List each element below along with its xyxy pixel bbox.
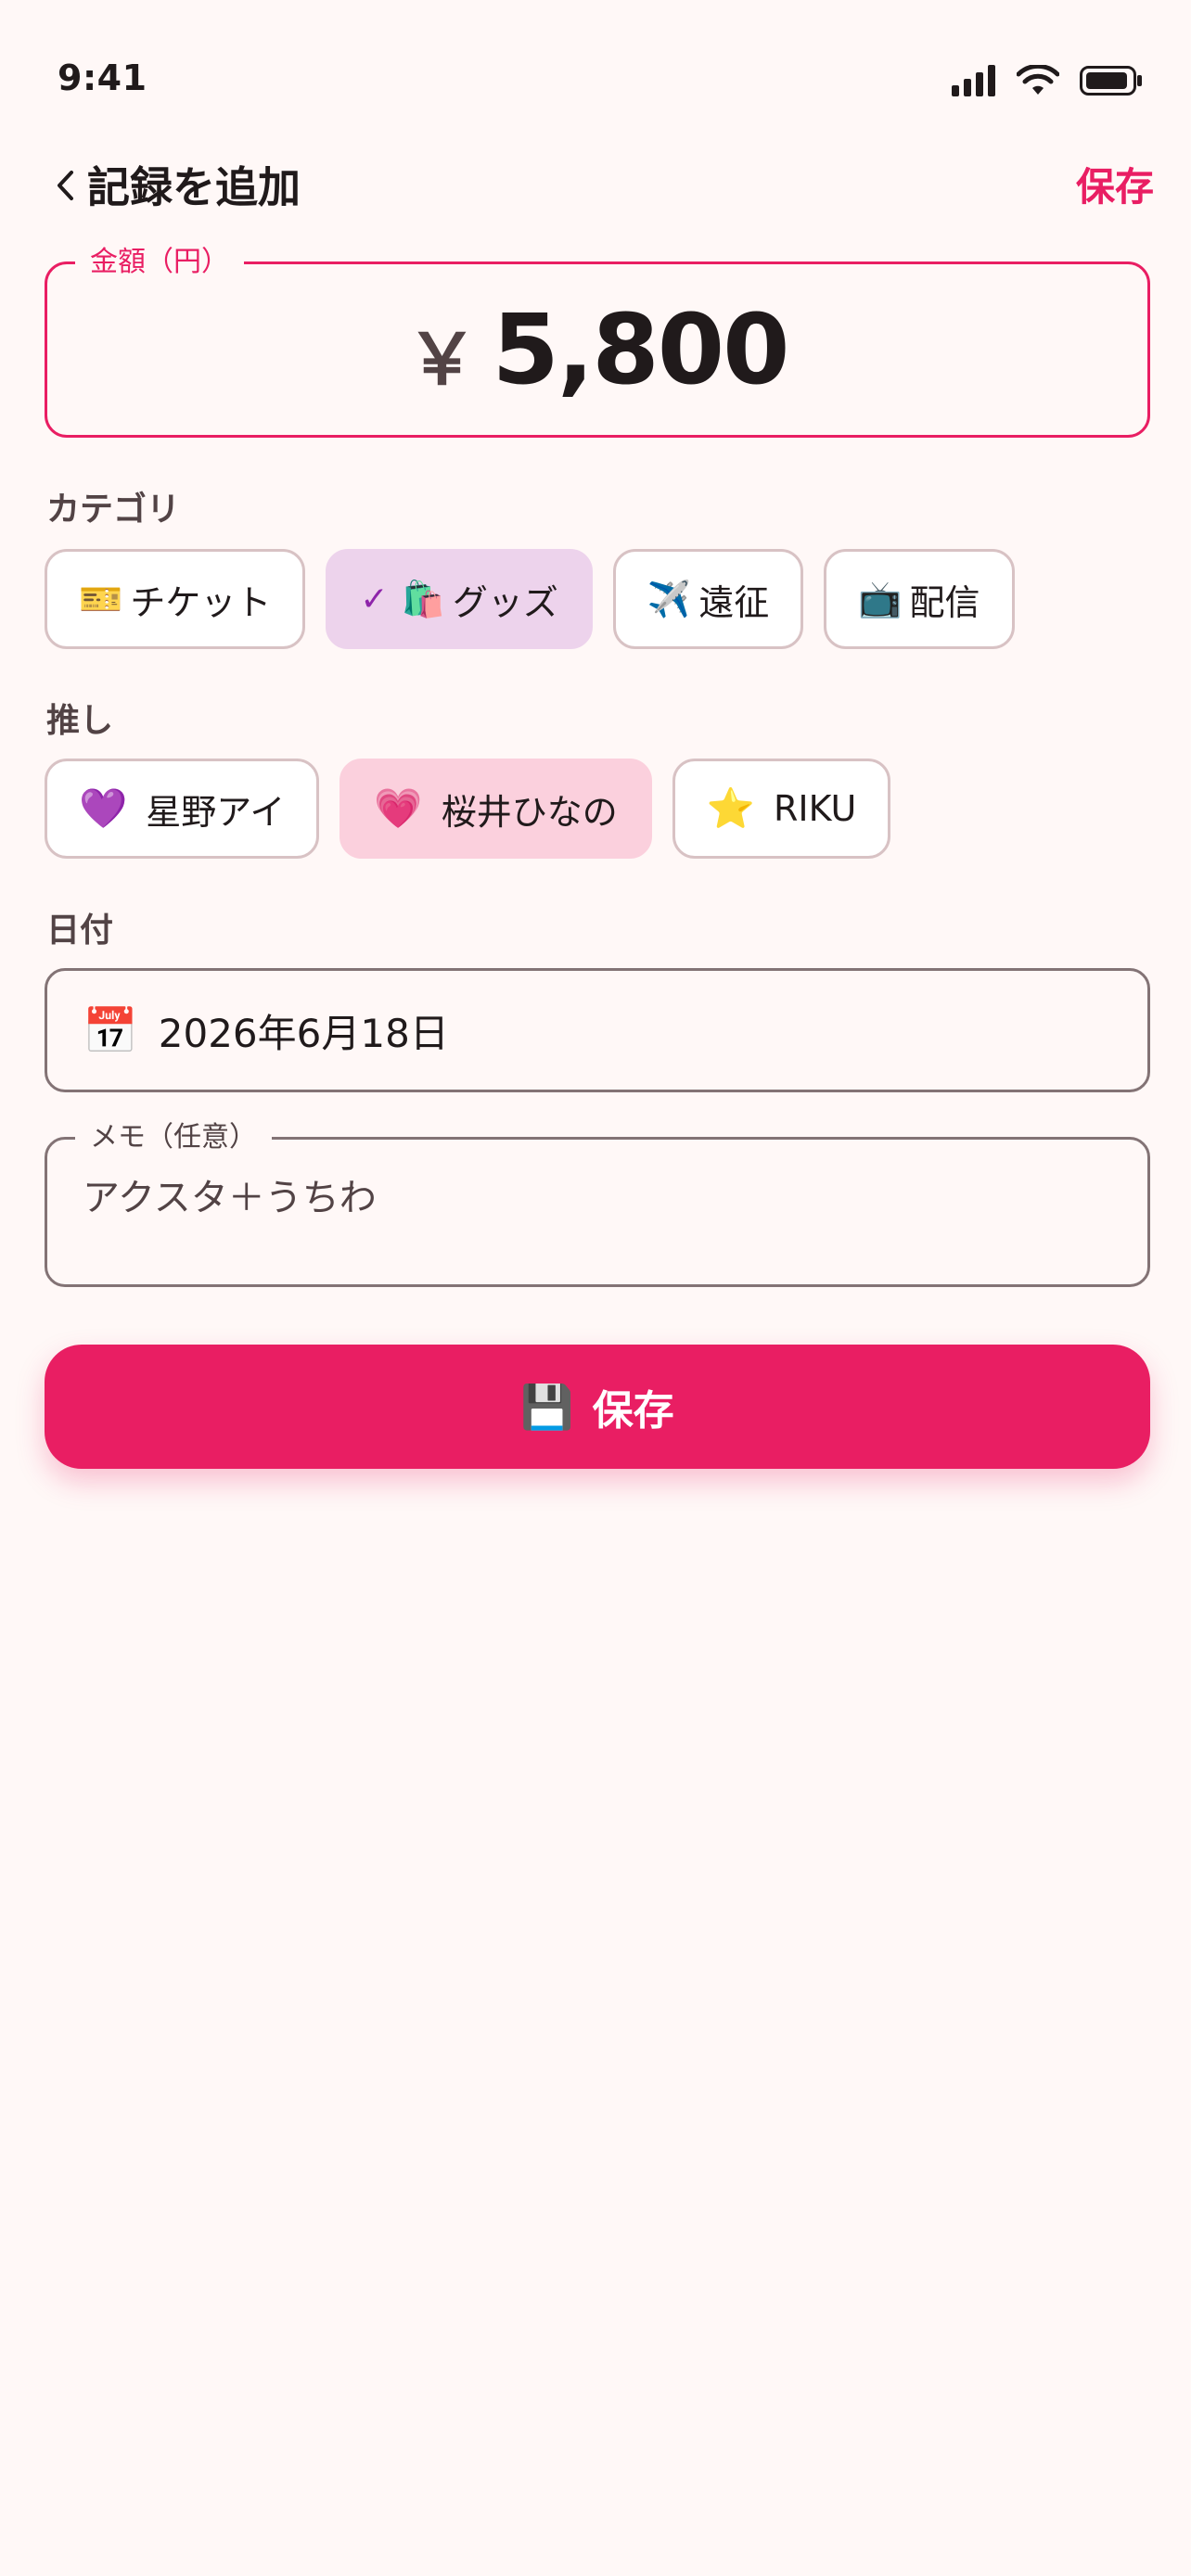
category-chip-label: グッズ xyxy=(452,581,558,623)
page-title: 記録を追加 xyxy=(87,162,301,212)
currency-symbol: ￥ xyxy=(406,318,478,401)
oshi-chip-label: 星野アイ xyxy=(146,791,286,833)
category-label: カテゴリ xyxy=(46,491,181,529)
oshi-label: 推し xyxy=(46,702,114,740)
shopping-bags-icon: 🛍️ xyxy=(401,578,445,619)
category-chip-goods[interactable]: ✓ 🛍️ グッズ xyxy=(326,549,593,649)
category-chip-label: 配信 xyxy=(909,581,980,623)
tv-icon: 📺 xyxy=(858,578,903,619)
chevron-left-icon xyxy=(58,171,73,200)
amount-field[interactable]: 金額（円） ￥ 5,800 xyxy=(45,244,1150,438)
back-button[interactable] xyxy=(35,148,95,223)
status-bar: 9:41 xyxy=(0,0,1191,139)
oshi-chips: 💜 星野アイ 💗 桜井ひなの ⭐ RIKU xyxy=(45,759,891,859)
amount-row: ￥ 5,800 xyxy=(47,264,1147,435)
check-icon: ✓ xyxy=(360,580,389,618)
category-chip-streaming[interactable]: 📺 配信 xyxy=(824,549,1015,649)
app-bar: 記録を追加 保存 xyxy=(0,139,1191,241)
star-icon: ⭐ xyxy=(706,785,756,831)
memo-input[interactable] xyxy=(83,1173,1103,1216)
battery-icon xyxy=(1080,66,1142,96)
date-field[interactable]: 📅 2026年6月18日 xyxy=(45,968,1150,1092)
status-icons xyxy=(952,65,1143,96)
oshi-chip-sakurai-hinano[interactable]: 💗 桜井ひなの xyxy=(339,759,652,859)
amount-value: 5,800 xyxy=(492,293,790,406)
wifi-icon xyxy=(1017,65,1059,95)
purple-heart-icon: 💜 xyxy=(79,785,128,831)
floppy-disk-icon: 💾 xyxy=(520,1381,574,1432)
ticket-icon: 🎫 xyxy=(79,578,123,619)
header-save-button[interactable]: 保存 xyxy=(1076,150,1154,224)
memo-field[interactable]: メモ（任意） xyxy=(45,1119,1150,1287)
signal-icon xyxy=(952,65,995,96)
oshi-chip-label: 桜井ひなの xyxy=(441,791,618,833)
calendar-icon: 📅 xyxy=(83,1004,138,1057)
category-chips: 🎫 チケット ✓ 🛍️ グッズ ✈️ 遠征 📺 配信 xyxy=(45,549,1015,649)
save-button[interactable]: 💾 保存 xyxy=(45,1345,1150,1469)
pink-heart-icon: 💗 xyxy=(374,785,423,831)
oshi-chip-hoshino-ai[interactable]: 💜 星野アイ xyxy=(45,759,320,859)
date-label: 日付 xyxy=(46,912,114,950)
status-time: 9:41 xyxy=(58,57,147,98)
category-chip-ticket[interactable]: 🎫 チケット xyxy=(45,549,306,649)
category-chip-label: チケット xyxy=(130,581,272,623)
date-value: 2026年6月18日 xyxy=(158,1010,449,1056)
category-chip-expedition[interactable]: ✈️ 遠征 xyxy=(612,549,804,649)
airplane-icon: ✈️ xyxy=(647,578,692,619)
memo-label: メモ（任意） xyxy=(75,1119,272,1156)
category-chip-label: 遠征 xyxy=(698,581,770,623)
oshi-chip-riku[interactable]: ⭐ RIKU xyxy=(672,759,891,859)
oshi-chip-label: RIKU xyxy=(774,788,857,829)
add-record-screen: 9:41 記録を追加 保存 金額（円） ￥ 5,800 カテゴリ 🎫 チケット … xyxy=(0,0,1191,2576)
save-button-label: 保存 xyxy=(592,1387,674,1435)
